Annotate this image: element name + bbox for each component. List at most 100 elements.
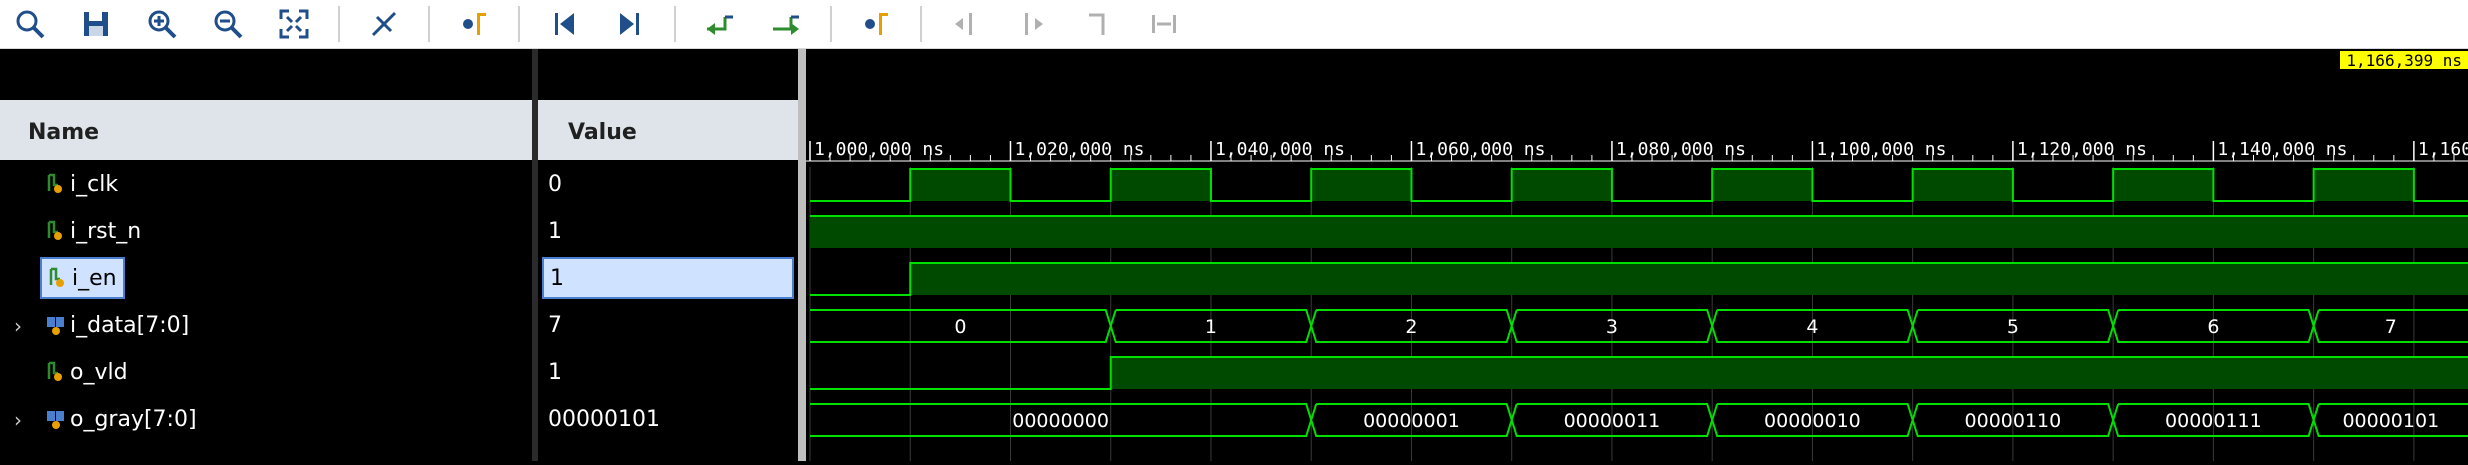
i-data-segment-label: 6 <box>2207 316 2219 338</box>
i-clk-high-pulse <box>910 169 1011 201</box>
signal-value: 00000101 <box>548 406 660 432</box>
search-button[interactable] <box>8 2 52 46</box>
signal-name-row[interactable]: i_data[7:0] <box>40 304 195 346</box>
waveform-canvas[interactable]: 1,000,000 ns 1,020,000 ns 1,040,000 ns 1,06… <box>806 49 2468 461</box>
previous-transition-icon <box>707 15 733 35</box>
zoom-fit-button[interactable] <box>272 2 316 46</box>
signal-value-cell[interactable]: 1 <box>542 257 794 299</box>
value-header-label: Value <box>568 120 637 145</box>
signal-value-cell[interactable]: 00000101 <box>542 398 666 440</box>
waveform-area[interactable]: 1,000,000 ns 1,020,000 ns 1,040,000 ns 1,06… <box>806 49 2468 461</box>
zoom-fit-icon <box>279 9 309 39</box>
toolbar-separator <box>338 6 340 42</box>
go-to-last-time-icon <box>620 13 639 35</box>
o-gray-segment-label: 00000010 <box>1764 410 1861 432</box>
i-clk-high-pulse <box>1110 169 1211 201</box>
i-data-segment-label: 7 <box>2385 316 2397 338</box>
o-gray-segment-label: 00000111 <box>2165 410 2262 432</box>
go-to-time-zero-icon <box>555 13 574 35</box>
signal-name-row[interactable]: i_clk <box>40 163 124 205</box>
signal-value: 1 <box>550 265 564 291</box>
i-data-segment-label: 4 <box>1806 316 1818 338</box>
wire-signal-icon <box>47 173 62 193</box>
go-to-cursor-button[interactable] <box>362 2 406 46</box>
swap-cursors-button[interactable] <box>1076 2 1120 46</box>
signal-value-cell[interactable]: 1 <box>542 210 568 252</box>
signal-value-cell[interactable]: 0 <box>542 163 568 205</box>
wire-signal-icon <box>47 220 62 240</box>
save-button[interactable] <box>74 2 118 46</box>
signal-name: i_en <box>72 265 117 291</box>
next-transition-icon <box>773 15 799 35</box>
signal-value: 1 <box>548 359 562 385</box>
i-clk-high-pulse <box>2113 169 2214 201</box>
bus-signal-icon <box>47 411 64 429</box>
previous-marker-button[interactable] <box>944 2 988 46</box>
o-gray-segment-label: 00000101 <box>2342 410 2439 432</box>
ruler-tick-label: 1,140,000 ns <box>2217 139 2347 160</box>
toolbar-separator <box>428 6 430 42</box>
toolbar-separator <box>674 6 676 42</box>
name-column-header[interactable]: Name <box>0 52 532 160</box>
panel-splitter[interactable] <box>798 49 806 461</box>
signal-name-row[interactable]: i_en <box>40 257 125 299</box>
zoom-in-button[interactable] <box>140 2 184 46</box>
toolbar-separator <box>518 6 520 42</box>
i-data-segment-label: 5 <box>2007 316 2019 338</box>
add-marker-button[interactable] <box>452 2 496 46</box>
value-column-header[interactable]: Value <box>538 52 798 160</box>
add-marker-button[interactable] <box>854 2 898 46</box>
next-marker-button[interactable] <box>1010 2 1054 46</box>
previous-marker-icon <box>955 13 972 35</box>
add-marker-icon <box>865 13 888 35</box>
snap-to-transition-icon <box>1152 15 1176 33</box>
add-marker-icon <box>463 13 486 35</box>
signal-name-row[interactable]: i_rst_n <box>40 210 147 252</box>
ruler-tick-label: 1,120,000 ns <box>2017 139 2147 160</box>
save-icon <box>84 12 108 36</box>
go-to-last-time-button[interactable] <box>608 2 652 46</box>
i-clk-high-pulse <box>1712 169 1813 201</box>
ruler-tick-label: 1,060,000 ns <box>1415 139 1545 160</box>
search-icon <box>16 10 45 39</box>
name-header-label: Name <box>28 120 100 145</box>
signal-name: i_rst_n <box>70 218 142 244</box>
snap-to-transition-button[interactable] <box>1142 2 1186 46</box>
i-clk-high-pulse <box>1511 169 1612 201</box>
swap-cursors-icon <box>1089 13 1105 35</box>
signal-value: 1 <box>548 218 562 244</box>
o-gray-segment-label: 00000000 <box>1012 410 1109 432</box>
signal-name-row[interactable]: o_gray[7:0] <box>40 398 203 440</box>
i-data-segment-label: 2 <box>1405 316 1417 338</box>
i-clk-high-pulse <box>2313 169 2414 201</box>
ruler-tick-label: 1,160 <box>2418 139 2468 160</box>
zoom-out-button[interactable] <box>206 2 250 46</box>
go-to-time-zero-button[interactable] <box>542 2 586 46</box>
signal-value-cell[interactable]: 7 <box>542 304 568 346</box>
signal-value-cell[interactable]: 1 <box>542 351 568 393</box>
signal-name-row[interactable]: o_vld <box>40 351 134 393</box>
next-transition-button[interactable] <box>764 2 808 46</box>
signal-value: 0 <box>548 171 562 197</box>
signal-name: i_clk <box>70 171 119 197</box>
i-clk-high-pulse <box>1912 169 2013 201</box>
ruler-tick-label: 1,080,000 ns <box>1616 139 1746 160</box>
ruler-tick-label: 1,020,000 ns <box>1014 139 1144 160</box>
wire-signal-icon <box>47 361 62 381</box>
signal-name: o_gray[7:0] <box>70 406 197 432</box>
ruler-tick-label: 1,100,000 ns <box>1816 139 1946 160</box>
signal-value: 7 <box>548 312 562 338</box>
zoom-in-icon <box>148 10 177 39</box>
waveform-toolbar <box>0 0 2468 49</box>
o-gray-segment-label: 00000011 <box>1564 410 1661 432</box>
expand-o-gray-chevron-icon[interactable]: › <box>14 408 22 432</box>
expand-i-data-chevron-icon[interactable]: › <box>14 314 22 338</box>
wire-signal-icon <box>49 267 64 287</box>
zoom-out-icon <box>214 10 243 39</box>
i-rst-n-high-fill <box>810 216 2468 248</box>
o-gray-segment-label: 00000001 <box>1363 410 1460 432</box>
previous-transition-button[interactable] <box>698 2 742 46</box>
i-clk-high-pulse <box>1311 169 1412 201</box>
go-to-cursor-icon <box>371 11 397 37</box>
i-data-segment-label: 3 <box>1606 316 1618 338</box>
